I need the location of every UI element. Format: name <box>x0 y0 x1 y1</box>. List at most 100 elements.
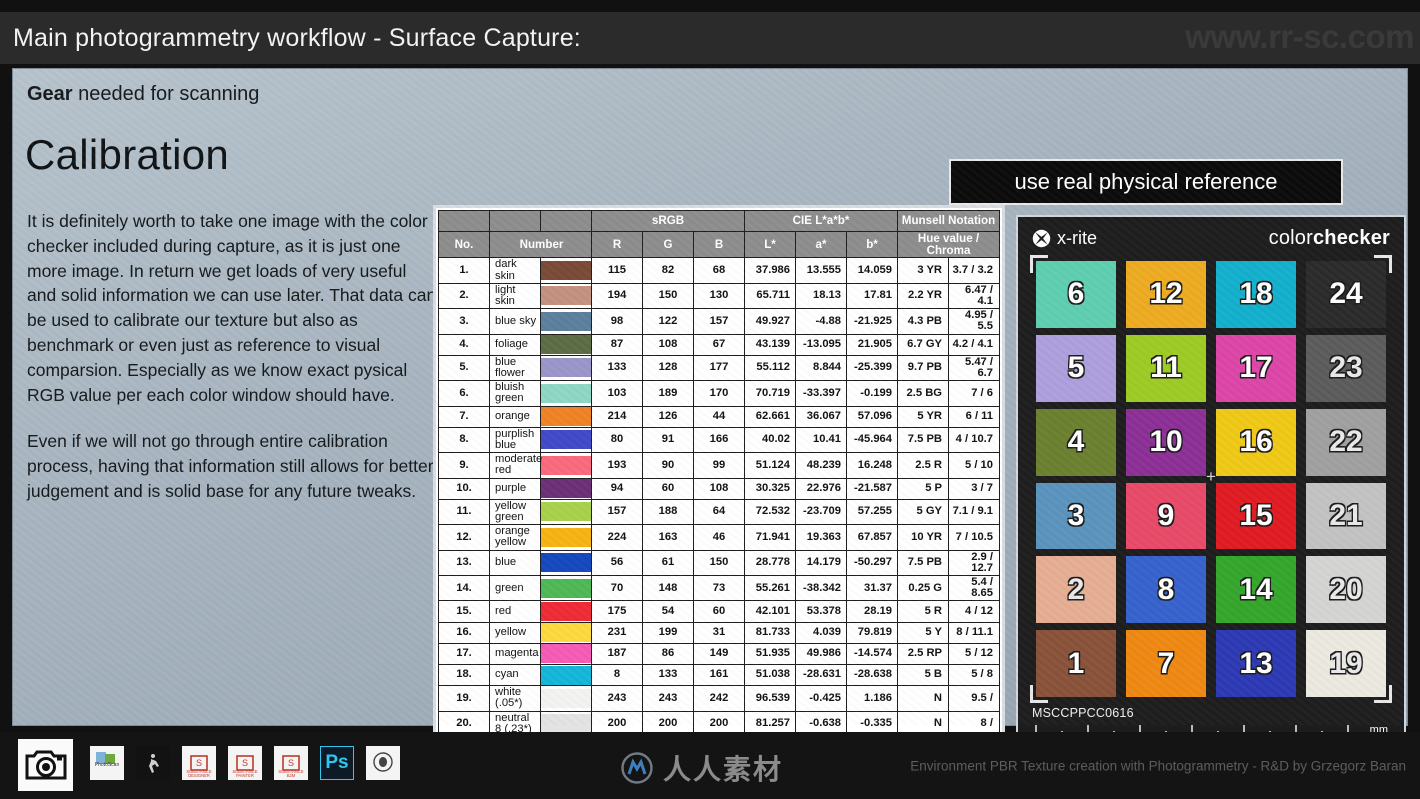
row-chroma: 5 / 8 <box>948 663 1000 687</box>
colorchecker-card-header: x-rite colorchecker <box>1028 225 1394 251</box>
row-name: bluish green <box>489 380 541 407</box>
row-astar: 22.976 <box>795 477 847 500</box>
row-chroma: 3 / 7 <box>948 477 1000 500</box>
row-lstar: 96.539 <box>744 685 796 712</box>
table-group-header-row: sRGB CIE L*a*b* Munsell Notation <box>438 209 1000 233</box>
color-patch: 18 <box>1216 261 1296 328</box>
row-b: 44 <box>693 405 745 428</box>
row-astar: 19.363 <box>795 524 847 551</box>
row-bstar: -21.587 <box>846 477 898 500</box>
color-patch: 23 <box>1306 334 1386 402</box>
color-patch-number: 11 <box>1150 351 1182 385</box>
color-swatch <box>541 502 591 522</box>
colorchecker-reference-table: sRGB CIE L*a*b* Munsell Notation No. Num… <box>433 205 1005 799</box>
th-group-munsell: Munsell Notation <box>897 209 1000 233</box>
row-chroma: 8 / 11.1 <box>948 621 1000 644</box>
row-g: 60 <box>642 477 694 500</box>
th-g: G <box>642 231 694 259</box>
table-row: 6. bluish green 103 189 170 70.719 -33.397 -0.1… <box>438 380 1000 407</box>
row-swatch <box>540 333 592 356</box>
row-b: 170 <box>693 380 745 407</box>
row-bstar: -25.399 <box>846 354 898 382</box>
site-watermark: www.rr-sc.com <box>1185 18 1414 56</box>
camera-icon[interactable] <box>18 739 73 791</box>
row-hue: 2.5 BG <box>897 380 949 407</box>
table-body: 1. dark skin 115 82 68 37.986 13.555 14.059 3 YR… <box>438 257 1000 799</box>
row-astar: 49.986 <box>795 642 847 665</box>
row-name: purplish blue <box>489 426 541 454</box>
row-r: 193 <box>591 452 643 479</box>
row-bstar: -21.925 <box>846 308 898 335</box>
row-r: 175 <box>591 600 643 623</box>
row-name: purple <box>489 477 541 500</box>
table-row: 9. moderate red 193 90 99 51.124 48.239 16.248 2… <box>438 452 1000 479</box>
app-icon-substance-painter[interactable]: S SUBSTANCE PAINTER <box>228 746 262 780</box>
row-lstar: 70.719 <box>744 380 796 407</box>
color-swatch <box>541 553 591 573</box>
slide-viewer: Main photogrammetry workflow - Surface C… <box>0 0 1420 799</box>
color-swatch <box>541 527 591 547</box>
color-patch: 9 <box>1126 482 1206 550</box>
row-swatch <box>540 574 592 602</box>
row-bstar: 67.857 <box>846 524 898 551</box>
row-chroma: 4.2 / 4.1 <box>948 333 1000 356</box>
row-no: 6. <box>438 380 490 407</box>
row-chroma: 5 / 12 <box>948 642 1000 665</box>
row-hue: 5 Y <box>897 621 949 644</box>
row-astar: -23.709 <box>795 498 847 526</box>
row-g: 126 <box>642 405 694 428</box>
app-icon-substance-designer[interactable]: S SUBSTANCE DESIGNER <box>182 746 216 780</box>
row-no: 12. <box>438 524 490 551</box>
row-bstar: 28.19 <box>846 600 898 623</box>
xrite-x-icon <box>1032 229 1051 247</box>
app-icon-unreal[interactable] <box>366 746 400 780</box>
row-b: 73 <box>693 574 745 602</box>
row-lstar: 71.941 <box>744 524 796 551</box>
color-patch-number: 18 <box>1239 277 1273 311</box>
color-patch-number: 24 <box>1329 277 1363 311</box>
th-spacer-name <box>489 209 541 233</box>
row-name: yellow <box>489 621 541 644</box>
row-chroma: 4 / 12 <box>948 600 1000 623</box>
app-icon-tray[interactable]: PhotoScan S SUBSTANCE DESIGNER S SUBSTANCE P… <box>90 746 400 780</box>
row-lstar: 28.778 <box>744 549 796 577</box>
app-icon-runner[interactable] <box>136 746 170 780</box>
color-patch: 10 <box>1126 408 1206 476</box>
color-patch-number: 13 <box>1239 646 1273 680</box>
row-name: foliage <box>489 333 541 356</box>
row-bstar: 16.248 <box>846 452 898 479</box>
slide-paragraph-2: Even if we will not go through entire ca… <box>27 431 434 501</box>
row-name: dark skin <box>489 257 541 284</box>
app-icon-photoshop[interactable]: Ps <box>320 746 354 780</box>
colorchecker-product-name: colorchecker <box>1269 227 1390 250</box>
app-icon-photoscan[interactable]: PhotoScan <box>90 746 124 780</box>
title-bar: Main photogrammetry workflow - Surface C… <box>0 12 1420 64</box>
color-swatch <box>541 623 591 643</box>
slide-kicker-rest: needed for scanning <box>72 83 260 105</box>
color-patch: 13 <box>1216 630 1296 697</box>
row-astar: -38.342 <box>795 574 847 602</box>
row-hue: 5 YR <box>897 405 949 428</box>
row-swatch <box>540 621 592 644</box>
row-chroma: 3.7 / 3.2 <box>948 257 1000 284</box>
row-no: 13. <box>438 549 490 577</box>
color-patch: 24 <box>1306 261 1386 328</box>
color-patch: 11 <box>1126 334 1206 402</box>
row-b: 64 <box>693 498 745 526</box>
row-no: 1. <box>438 257 490 284</box>
th-group-lab: CIE L*a*b* <box>744 209 898 233</box>
color-patch: 6 <box>1036 261 1116 328</box>
table-header-row: No. Number R G B L* a* b* Hue value / Ch… <box>438 231 1000 259</box>
app-icon-substance-b2m[interactable]: S SUBSTANCE B2M <box>274 746 308 780</box>
color-patch: 12 <box>1126 261 1206 328</box>
row-no: 8. <box>438 426 490 454</box>
row-chroma: 5.4 / 8.65 <box>948 574 1000 602</box>
row-no: 4. <box>438 333 490 356</box>
table-row: 10. purple 94 60 108 30.325 22.976 -21.587 5 P3 … <box>438 477 1000 500</box>
row-lstar: 30.325 <box>744 477 796 500</box>
slide-body: It is definitely worth to take one image… <box>27 209 439 504</box>
color-patch: 21 <box>1306 482 1386 550</box>
row-lstar: 62.661 <box>744 405 796 428</box>
row-b: 242 <box>693 685 745 712</box>
row-hue: 3 YR <box>897 257 949 284</box>
